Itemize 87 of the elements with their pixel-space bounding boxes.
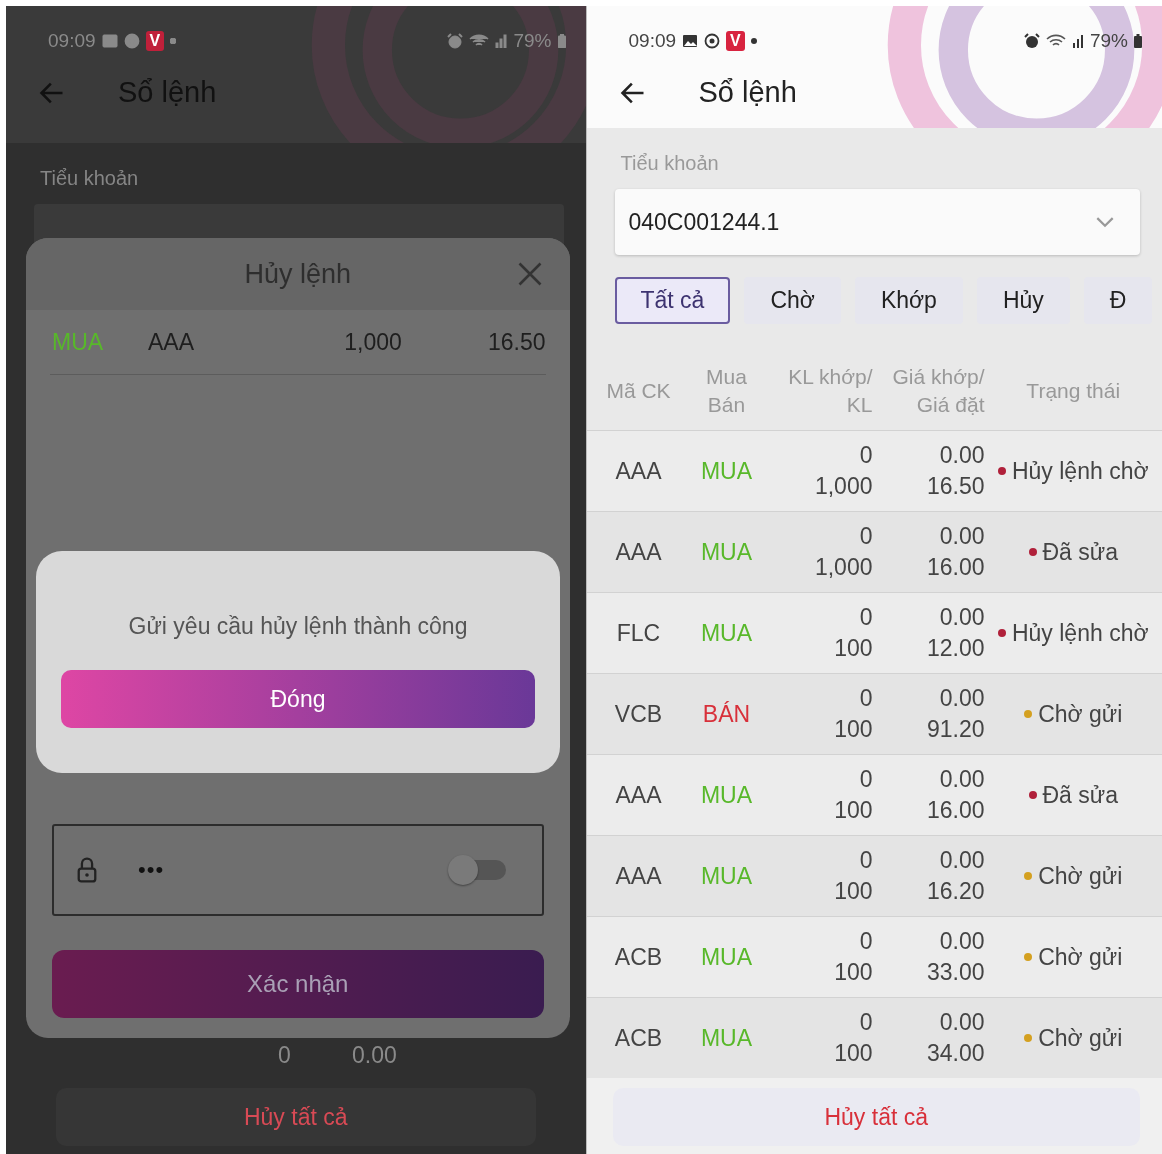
app-badge-icon: V xyxy=(145,31,165,51)
table-cell-text: ACB xyxy=(613,1024,664,1052)
table-cell-text: MUA xyxy=(699,538,754,566)
confirm-button[interactable]: Xác nhận xyxy=(52,950,544,1018)
column-header: Mã CK xyxy=(605,377,672,404)
table-cell-text: 0 1,000 xyxy=(813,441,873,501)
alarm-icon xyxy=(1023,33,1040,49)
filter-tab[interactable]: Chờ xyxy=(744,277,841,324)
alarm-icon xyxy=(447,33,464,49)
table-cell-text: 0 100 xyxy=(833,765,873,825)
status-text: Chờ gửi xyxy=(1038,700,1123,728)
table-cell-text: 0.00 91.20 xyxy=(925,684,985,744)
show-password-toggle[interactable] xyxy=(447,855,506,885)
signal-icon xyxy=(1071,34,1084,48)
signal-icon xyxy=(495,34,508,48)
status-text: Hủy lệnh chờ xyxy=(1011,457,1149,485)
order-price: 16.50 xyxy=(486,328,546,356)
table-cell-text: 0 100 xyxy=(833,603,873,663)
table-cell-text: 0.00 12.00 xyxy=(925,603,985,663)
table-cell-text: MUA xyxy=(699,619,754,647)
cancel-all-button[interactable]: Hủy tất cả xyxy=(612,1088,1140,1146)
order-side: MUA xyxy=(51,328,105,356)
table-cell-text: 0.00 34.00 xyxy=(925,1008,985,1068)
table-cell-text: MUA xyxy=(699,1024,754,1052)
status-text: Đã sửa xyxy=(1042,781,1118,809)
table-cell-text: MUA xyxy=(699,862,754,890)
order-symbol: AAA xyxy=(148,328,196,356)
table-cell-text: VCB xyxy=(613,700,664,728)
table-cell: 0.00 xyxy=(352,1042,397,1069)
lock-icon xyxy=(76,856,98,884)
status-time: 09:09 xyxy=(48,30,96,52)
battery-icon xyxy=(557,34,566,48)
status-text: Chờ gửi xyxy=(1038,862,1123,890)
table-cell-text: 0.00 16.00 xyxy=(925,522,985,582)
password-field[interactable]: ••• xyxy=(52,824,544,916)
order-row[interactable]: VCB BÁN 0 100 0.00 91.20 Chờ gửi xyxy=(586,673,1162,754)
screen-title: Sổ lệnh xyxy=(698,76,797,109)
app-badge-icon: V xyxy=(726,31,745,51)
order-row[interactable]: AAA MUA 0 1,000 0.00 16.00 Đã sửa xyxy=(586,511,1162,592)
table-cell-text: BÁN xyxy=(701,700,752,728)
status-time: 09:09 xyxy=(628,30,677,52)
filter-tab[interactable]: Tất cả xyxy=(614,277,731,324)
table-cell-text: 0 100 xyxy=(833,684,873,744)
table-cell-text: MUA xyxy=(699,943,754,971)
order-row[interactable]: AAA MUA 0 100 0.00 16.20 Chờ gửi xyxy=(586,835,1162,916)
chevron-down-icon xyxy=(1096,216,1114,228)
table-cell-text: AAA xyxy=(614,457,663,485)
account-label: Tiểu khoản xyxy=(39,166,140,190)
success-message: Gửi yêu cầu hủy lệnh thành công xyxy=(128,613,468,640)
table-cell-text: MUA xyxy=(699,457,754,485)
table-cell-text: 0.00 33.00 xyxy=(925,927,985,987)
password-value: ••• xyxy=(138,857,165,883)
column-header: KL khớp/ KL xyxy=(787,363,873,418)
status-text: Chờ gửi xyxy=(1038,1024,1123,1052)
account-select[interactable]: 040C001244.1 xyxy=(614,189,1140,255)
dot-icon xyxy=(750,38,757,44)
column-header: Giá khớp/ Giá đặt xyxy=(891,363,985,418)
column-header: Mua Bán xyxy=(705,363,748,418)
account-label: Tiểu khoản xyxy=(619,151,720,175)
filter-tab[interactable]: Đ xyxy=(1083,277,1153,324)
table-cell-text: 0.00 16.20 xyxy=(925,846,985,906)
order-row[interactable]: ACB MUA 0 100 0.00 34.00 Chờ gửi xyxy=(586,997,1162,1078)
battery-icon xyxy=(1134,34,1142,48)
battery-percent: 79% xyxy=(513,30,552,52)
column-header: Trạng thái xyxy=(1025,377,1122,404)
status-text: Đã sửa xyxy=(1042,538,1118,566)
filter-tab[interactable]: Khớp xyxy=(854,277,963,324)
status-text: Chờ gửi xyxy=(1038,943,1123,971)
table-cell-text: AAA xyxy=(614,862,663,890)
table-cell-text: ACB xyxy=(613,943,664,971)
sheet-title: Hủy lệnh xyxy=(244,258,352,290)
order-quantity: 1,000 xyxy=(343,328,403,356)
table-cell-text: 0 100 xyxy=(833,846,873,906)
table-cell-text: MUA xyxy=(699,781,754,809)
table-cell-text: AAA xyxy=(614,538,663,566)
close-button[interactable]: Đóng xyxy=(61,670,535,728)
table-cell-text: FLC xyxy=(615,619,662,647)
table-cell-text: 0 100 xyxy=(833,1008,873,1068)
battery-percent: 79% xyxy=(1089,30,1128,52)
table-cell-text: AAA xyxy=(614,781,663,809)
table-cell: 0 xyxy=(278,1042,291,1069)
table-cell-text: 0.00 16.50 xyxy=(925,441,985,501)
filter-tab[interactable]: Hủy xyxy=(976,277,1070,324)
table-cell-text: 0 1,000 xyxy=(813,522,873,582)
status-text: Hủy lệnh chờ xyxy=(1011,619,1149,647)
table-cell-text: 0 100 xyxy=(833,927,873,987)
table-cell-text: 0.00 16.00 xyxy=(925,765,985,825)
